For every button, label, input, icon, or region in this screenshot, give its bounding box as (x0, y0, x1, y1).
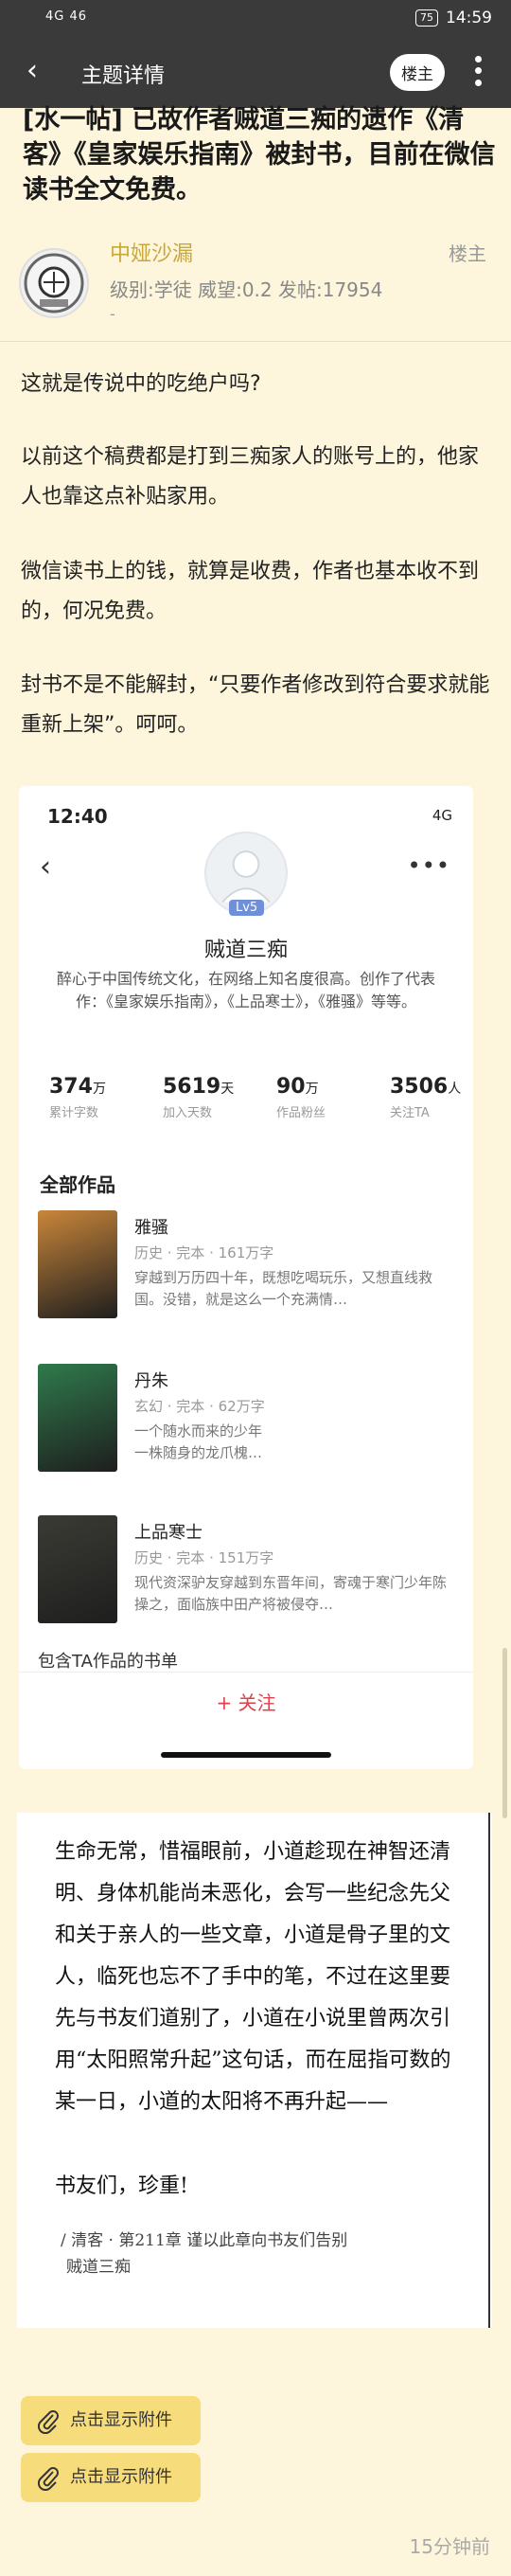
back-arrow-icon[interactable]: ‹ (26, 55, 38, 87)
status-bar: 4G 46 75 14:59 (0, 0, 511, 38)
quote-sign: 书友们，珍重! (55, 2174, 188, 2198)
avatar[interactable] (19, 248, 89, 318)
quote-source: / 清客 · 第211章 谨以此章向书友们告别 贼道三痴 (61, 2227, 347, 2281)
stat-label: 作品粉丝 (276, 1106, 326, 1120)
author-name[interactable]: 中娅沙漏 (110, 237, 193, 267)
work-title: 丹朱 (134, 1371, 168, 1391)
stat-unit: 万 (92, 1082, 106, 1097)
more-vertical-icon[interactable] (473, 53, 483, 89)
stat-item: 374万 累计字数 (19, 1075, 132, 1120)
stat-label: 累计字数 (49, 1106, 99, 1120)
work-meta: 玄幻 · 完本 · 62万字 (134, 1398, 265, 1415)
stat-label: 加入天数 (163, 1106, 213, 1120)
work-meta: 历史 · 完本 · 161万字 (134, 1244, 274, 1261)
floor-label: 楼主 (449, 242, 486, 265)
clock: 14:59 (446, 9, 492, 27)
embedded-network: 4G (432, 807, 452, 824)
embedded-time: 12:40 (47, 805, 108, 828)
paperclip-icon (37, 2410, 59, 2434)
nav-bar: ‹ 主题详情 楼主 (0, 38, 511, 108)
stat-item: 3506人 关注TA (360, 1075, 473, 1120)
work-item: 丹朱 玄幻 · 完本 · 62万字 一个随水而来的少年 一株随身的龙爪槐… (38, 1364, 454, 1477)
level-badge: Lv5 (229, 900, 265, 916)
author-row: 中娅沙漏 级别:学徒 威望:0.2 发帖:17954 - 楼主 (0, 224, 511, 341)
author-extra: - (110, 305, 115, 323)
post-paragraph: 这就是传说中的吃绝户吗? (21, 372, 261, 396)
scrollbar[interactable] (502, 1648, 507, 1818)
quote-border (488, 1813, 490, 2328)
author-meta: 级别:学徒 威望:0.2 发帖:17954 (110, 278, 383, 301)
quote-source-chapter: / 清客 · 第211章 谨以此章向书友们告别 (61, 2231, 348, 2250)
post-time: 15分钟前 (409, 2535, 490, 2558)
quote-block: 生命无常，惜福眼前，小道趁现在神智还清明、身体机能尚未恶化，会写一些纪念先父和关… (17, 1813, 492, 2328)
book-cover (38, 1364, 117, 1472)
stats-row: 374万 累计字数 5619天 加入天数 90万 作品粉丝 3506人 关注TA (19, 1075, 473, 1120)
follow-button: + 关注 (19, 1672, 473, 1733)
book-cover (38, 1210, 117, 1318)
show-attachment-button[interactable]: 点击显示附件 (21, 2453, 201, 2502)
post-paragraph: 微信读书上的钱，就算是收费，作者也基本收不到的，何况免费。 (21, 560, 480, 623)
embedded-back-icon: ‹ (40, 850, 51, 884)
stat-label: 关注TA (390, 1106, 430, 1120)
quote-source-author: 贼道三痴 (66, 2258, 131, 2277)
stat-value: 90 (276, 1075, 306, 1099)
stat-value: 5619 (163, 1075, 221, 1099)
nav-title: 主题详情 (81, 64, 166, 88)
show-attachment-button[interactable]: 点击显示附件 (21, 2396, 201, 2445)
attachment-label: 点击显示附件 (70, 2467, 172, 2487)
post-paragraph: 封书不是不能解封，“只要作者修改到符合要求就能重新上架”。呵呵。 (21, 673, 490, 737)
signal-indicator: 4G 46 (45, 9, 88, 24)
stat-item: 5619天 加入天数 (132, 1075, 246, 1120)
work-desc: 穿越到万历四十年，既想吃喝玩乐，又想直线救国。没错，就是这么一个充满情… (134, 1269, 433, 1308)
work-title: 上品寒士 (134, 1523, 203, 1543)
stat-unit: 万 (305, 1082, 319, 1097)
work-desc: 现代资深驴友穿越到东晋年间，寄魂于寒门少年陈操之，面临族中田产将被侵夺… (134, 1574, 448, 1613)
post-paragraph: 以前这个稿费都是打到三痴家人的账号上的，他家人也靠这点补贴家用。 (21, 445, 480, 509)
stat-unit: 天 (220, 1082, 235, 1097)
book-cover (38, 1515, 117, 1623)
divider (0, 341, 511, 342)
avatar-diver-icon (24, 253, 84, 313)
embedded-author-bio: 醉心于中国传统文化，在网络上知名度很高。创作了代表作：《皇家娱乐指南》，《上品寒… (57, 970, 436, 1011)
embedded-author-name: 贼道三痴 (203, 939, 288, 962)
battery-indicator: 75 (415, 9, 438, 27)
stat-unit: 人 (448, 1082, 462, 1097)
paperclip-icon (37, 2467, 59, 2491)
home-indicator (161, 1752, 331, 1758)
topic-title: [水一帖] 已故作者贼道三痴的遗作《清客》《皇家娱乐指南》被封书，目前在微信读书… (23, 105, 496, 205)
stat-value: 374 (49, 1075, 93, 1099)
works-heading: 全部作品 (40, 1173, 115, 1196)
stat-value: 3506 (390, 1075, 449, 1099)
stat-item: 90万 作品粉丝 (246, 1075, 360, 1120)
quote-text: 生命无常，惜福眼前，小道趁现在神智还清明、身体机能尚未恶化，会写一些纪念先父和关… (55, 1840, 451, 2114)
owner-only-button[interactable]: 楼主 (390, 54, 445, 91)
work-title: 雅骚 (134, 1218, 168, 1238)
attachment-label: 点击显示附件 (70, 2410, 172, 2430)
embedded-more-icon: ••• (407, 852, 450, 879)
work-item: 上品寒士 历史 · 完本 · 151万字 现代资深驴友穿越到东晋年间，寄魂于寒门… (38, 1515, 454, 1629)
work-item: 雅骚 历史 · 完本 · 161万字 穿越到万历四十年，既想吃喝玩乐，又想直线救… (38, 1210, 454, 1324)
booklist-label: 包含TA作品的书单 (38, 1652, 178, 1672)
work-desc: 一个随水而来的少年 一株随身的龙爪槐… (134, 1422, 263, 1461)
embedded-screenshot[interactable]: 12:40 4G ‹ ••• Lv5 贼道三痴 醉心于中国传统文化，在网络上知名… (19, 786, 473, 1769)
work-meta: 历史 · 完本 · 151万字 (134, 1549, 274, 1566)
